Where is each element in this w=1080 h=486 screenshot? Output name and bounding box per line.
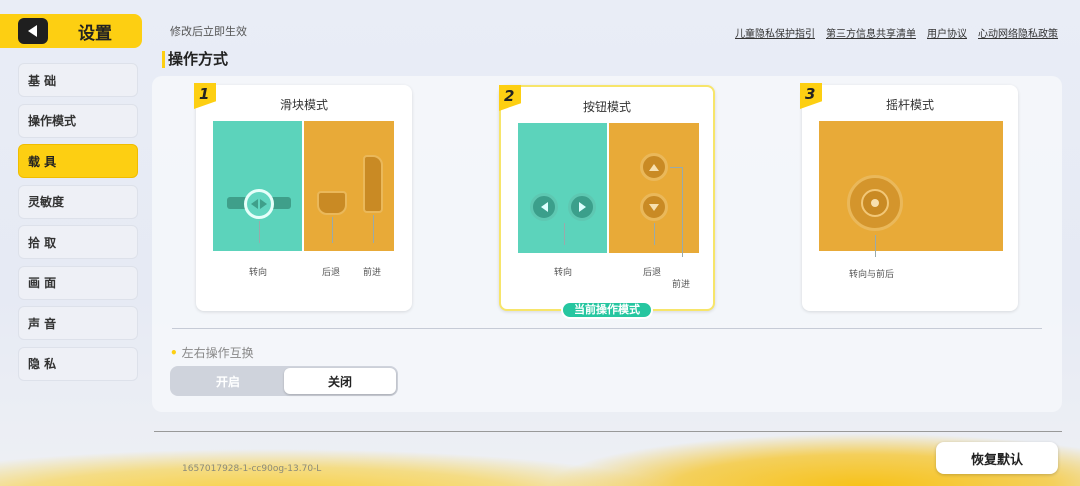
policy-links: 儿童隐私保护指引 第三方信息共享清单 用户协议 心动网络隐私政策 xyxy=(735,25,1058,40)
header-bar: 设置 xyxy=(0,14,142,48)
link-child-privacy[interactable]: 儿童隐私保护指引 xyxy=(735,25,815,40)
sidebar-item-control-mode[interactable]: 操作模式 xyxy=(18,103,138,138)
mode-title: 按钮模式 xyxy=(582,100,631,114)
accelerate-up-icon xyxy=(640,153,668,181)
joystick-diagram: 转向与前后 xyxy=(819,121,1003,280)
sidebar-item-basic[interactable]: 基 础 xyxy=(18,63,138,97)
brake-down-icon xyxy=(640,193,668,221)
left-arrow-icon xyxy=(530,193,558,221)
toggle-on-option[interactable]: 开启 xyxy=(172,368,284,394)
sidebar: 基 础 操作模式 载 具 灵敏度 拾 取 画 面 声 音 隐 私 xyxy=(18,63,138,387)
toggle-off-option[interactable]: 关闭 xyxy=(284,368,396,394)
right-arrow-icon xyxy=(568,193,596,221)
slider-diagram: 转向 后退 前进 xyxy=(213,121,394,278)
link-third-party[interactable]: 第三方信息共享清单 xyxy=(826,25,916,40)
gas-pedal-icon xyxy=(363,155,383,213)
brake-pedal-icon xyxy=(317,191,347,215)
button-diagram: 转向 后退 前进 xyxy=(518,123,699,290)
label-steer: 转向 xyxy=(249,268,268,278)
current-mode-badge: 当前操作模式 xyxy=(561,301,653,319)
back-button[interactable] xyxy=(18,18,48,44)
label-reverse: 后退 xyxy=(322,268,341,278)
label-forward: 前进 xyxy=(672,280,691,290)
label-steer-throttle: 转向与前后 xyxy=(849,270,895,280)
swap-controls-label: • 左右操作互换 xyxy=(170,346,254,360)
sidebar-item-sound[interactable]: 声 音 xyxy=(18,306,138,340)
apply-hint: 修改后立即生效 xyxy=(170,25,247,38)
sidebar-item-privacy[interactable]: 隐 私 xyxy=(18,346,138,381)
divider xyxy=(172,328,1042,329)
sidebar-item-sensitivity[interactable]: 灵敏度 xyxy=(18,184,138,219)
restore-default-button[interactable]: 恢复默认 xyxy=(936,442,1058,474)
swap-controls-toggle[interactable]: 开启 关闭 xyxy=(170,366,398,396)
version-text: 1657017928-1-cc90og-13.70-L xyxy=(182,464,322,474)
bottom-divider xyxy=(154,431,1062,432)
sidebar-item-vehicle[interactable]: 载 具 xyxy=(18,144,138,178)
label-steer: 转向 xyxy=(554,268,573,278)
mode-title: 摇杆模式 xyxy=(885,98,934,112)
section-title: 操作方式 xyxy=(162,51,228,68)
back-arrow-icon xyxy=(27,25,37,37)
sidebar-item-graphics[interactable]: 画 面 xyxy=(18,265,138,300)
mode-title: 滑块模式 xyxy=(279,98,328,112)
label-reverse: 后退 xyxy=(643,268,662,278)
settings-panel: 1 滑块模式 转向 后退 前进 2 按钮模式 转向 后退 前进 当前操作模式 3… xyxy=(152,76,1062,412)
sidebar-item-pickup[interactable]: 拾 取 xyxy=(18,225,138,259)
label-forward: 前进 xyxy=(363,268,382,278)
mode-card-slider[interactable]: 1 滑块模式 转向 后退 前进 xyxy=(194,83,412,311)
mode-card-joystick[interactable]: 3 摇杆模式 转向与前后 xyxy=(800,83,1018,311)
page-title: 设置 xyxy=(78,23,112,44)
link-privacy-policy[interactable]: 心动网络隐私政策 xyxy=(978,25,1058,40)
link-user-agreement[interactable]: 用户协议 xyxy=(927,25,967,40)
joystick-icon xyxy=(847,175,903,231)
mode-card-button[interactable]: 2 按钮模式 转向 后退 前进 当前操作模式 xyxy=(499,85,715,319)
steering-slider-knob-icon xyxy=(244,189,274,219)
